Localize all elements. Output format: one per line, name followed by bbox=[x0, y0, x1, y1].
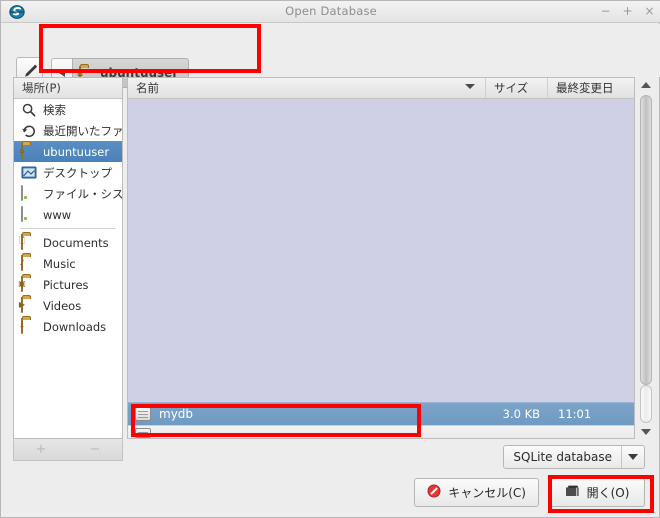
column-header-name-label: 名前 bbox=[136, 81, 159, 95]
sidebar-item-search[interactable]: 検索 bbox=[14, 99, 122, 120]
file-modified-cell: 11:01 bbox=[558, 407, 592, 421]
no-entry-icon bbox=[427, 484, 441, 501]
sidebar-item-label: 検索 bbox=[43, 102, 66, 117]
music-folder-icon: ♪ bbox=[19, 254, 37, 272]
database-file-icon bbox=[135, 427, 151, 438]
sidebar-item-label: ubuntuuser bbox=[43, 144, 110, 159]
scroll-down-button[interactable] bbox=[637, 424, 655, 439]
file-name-label: mydb bbox=[159, 407, 194, 421]
desktop-icon bbox=[21, 165, 37, 181]
sidebar-item-label: Pictures bbox=[43, 277, 89, 292]
scroll-up-button[interactable] bbox=[637, 77, 655, 92]
table-row[interactable]: mydb 3.0 KB 11:01 bbox=[128, 402, 634, 425]
column-header-modified-label: 最終変更日 bbox=[556, 81, 614, 95]
sidebar-item-desktop[interactable]: デスクトップ bbox=[14, 162, 122, 183]
sidebar-item-music[interactable]: ♪ Music bbox=[14, 253, 122, 274]
videos-folder-icon: ▶ bbox=[19, 296, 37, 314]
file-list-scrollbar[interactable] bbox=[637, 77, 655, 439]
file-type-filter[interactable]: SQLite database bbox=[503, 445, 645, 469]
sidebar-item-label: デスクトップ bbox=[43, 165, 112, 180]
path-bar-row: ⌂ ubuntuuser bbox=[1, 24, 660, 89]
file-type-filter-label: SQLite database bbox=[513, 450, 612, 464]
search-icon bbox=[21, 102, 37, 118]
places-sidebar: 場所(P) 検索 最近開いたファ... bbox=[13, 77, 123, 439]
drive-icon bbox=[21, 205, 37, 223]
close-button[interactable]: × bbox=[644, 4, 655, 18]
main-area: 場所(P) 検索 最近開いたファ... bbox=[1, 77, 660, 461]
cancel-button-label: キャンセル(C) bbox=[448, 486, 526, 500]
open-folder-icon bbox=[565, 484, 580, 501]
sidebar-item-ubuntuuser[interactable]: ⌂ ubuntuuser bbox=[14, 141, 122, 162]
sidebar-item-label: Videos bbox=[43, 298, 82, 313]
recent-icon bbox=[21, 123, 37, 139]
triangle-down-icon bbox=[641, 428, 651, 435]
column-header-modified[interactable]: 最終変更日 bbox=[548, 78, 634, 98]
sidebar-item-documents[interactable]: 🗋 Documents bbox=[14, 232, 122, 253]
open-button-label: 開く(O) bbox=[586, 486, 630, 500]
places-footer-toolbar: + − bbox=[13, 439, 123, 461]
sidebar-item-label: ファイル・シス... bbox=[43, 186, 123, 201]
minimize-button[interactable]: − bbox=[600, 4, 611, 18]
file-name-cell bbox=[128, 427, 486, 438]
triangle-up-icon bbox=[641, 81, 651, 88]
scrollbar-track[interactable] bbox=[639, 93, 653, 423]
triangle-down-icon bbox=[628, 454, 638, 460]
filter-dropdown-arrow[interactable] bbox=[621, 446, 644, 468]
add-place-button[interactable]: + bbox=[14, 442, 68, 457]
home-folder-icon: ⌂ bbox=[19, 142, 37, 160]
scrollbar-thumb[interactable] bbox=[640, 385, 652, 423]
sidebar-item-downloads[interactable]: ↓ Downloads bbox=[14, 316, 122, 337]
places-header: 場所(P) bbox=[14, 78, 122, 99]
chevron-down-icon bbox=[465, 84, 475, 89]
file-name-cell: mydb bbox=[128, 407, 486, 421]
column-header-size[interactable]: サイズ bbox=[486, 78, 548, 98]
sidebar-item-label: Documents bbox=[43, 235, 109, 250]
sidebar-item-videos[interactable]: ▶ Videos bbox=[14, 295, 122, 316]
column-header-size-label: サイズ bbox=[494, 81, 529, 95]
pictures-folder-icon: ▣ bbox=[18, 275, 37, 293]
remove-place-button[interactable]: − bbox=[68, 442, 122, 457]
sidebar-divider bbox=[20, 228, 116, 229]
documents-folder-icon: 🗋 bbox=[19, 233, 37, 251]
open-button[interactable]: 開く(O) bbox=[549, 478, 645, 507]
chevron-left-icon bbox=[59, 69, 65, 77]
downloads-folder-icon: ↓ bbox=[19, 317, 37, 335]
sidebar-item-label: 最近開いたファ... bbox=[43, 123, 123, 138]
maximize-button[interactable]: + bbox=[622, 4, 633, 18]
filesystem-drive-icon bbox=[21, 184, 37, 202]
sidebar-item-label: www bbox=[43, 207, 72, 222]
sidebar-item-pictures[interactable]: ▣ Pictures bbox=[14, 274, 122, 295]
title-bar: Open Database − + × bbox=[1, 1, 660, 23]
file-list-body: mydb 3.0 KB 11:01 bbox=[128, 99, 634, 438]
dialog-buttons: キャンセル(C) 開く(O) bbox=[414, 478, 645, 507]
sidebar-item-label: Music bbox=[43, 256, 76, 271]
sidebar-item-www[interactable]: www bbox=[14, 204, 122, 225]
file-list[interactable]: 名前 サイズ 最終変更日 mydb 3.0 KB 11:01 bbox=[127, 77, 635, 439]
window-title: Open Database bbox=[285, 4, 377, 18]
scrollbar-thumb-upper[interactable] bbox=[640, 95, 652, 385]
sidebar-item-recent[interactable]: 最近開いたファ... bbox=[14, 120, 122, 141]
sidebar-item-filesystem[interactable]: ファイル・シス... bbox=[14, 183, 122, 204]
database-file-icon bbox=[135, 407, 151, 421]
column-header-name[interactable]: 名前 bbox=[128, 78, 486, 98]
file-list-header: 名前 サイズ 最終変更日 bbox=[128, 78, 634, 99]
cancel-button[interactable]: キャンセル(C) bbox=[414, 478, 539, 507]
window-controls: − + × bbox=[600, 4, 655, 18]
open-database-dialog: Open Database − + × ⌂ ubuntuuser 場所(P) 検… bbox=[0, 0, 660, 518]
table-row[interactable] bbox=[128, 425, 634, 438]
file-size-cell: 3.0 KB bbox=[502, 407, 540, 421]
sidebar-item-label: Downloads bbox=[43, 319, 107, 334]
